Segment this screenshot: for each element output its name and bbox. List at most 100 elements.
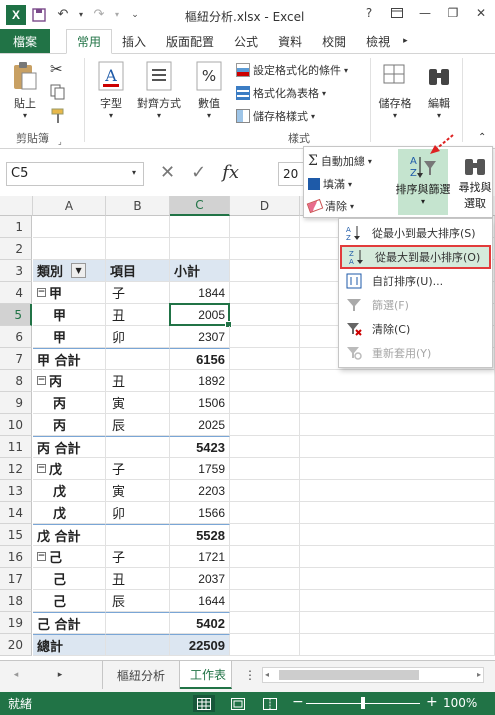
cell-d[interactable] xyxy=(230,568,300,590)
cell-a[interactable]: 丙 合計 xyxy=(33,436,106,458)
cell-b[interactable] xyxy=(106,348,170,370)
cancel-icon[interactable]: ✕ xyxy=(160,162,175,183)
find-select-button[interactable]: 尋找與 選取 xyxy=(456,149,494,215)
cell-e[interactable] xyxy=(300,370,495,392)
collapse-ribbon-icon[interactable]: ⌃ xyxy=(478,132,486,143)
undo-dropdown-icon[interactable]: ▾ xyxy=(76,4,86,26)
column-header-c[interactable]: C xyxy=(170,196,230,216)
tab-insert[interactable]: 插入 xyxy=(112,29,156,53)
row-header[interactable]: 18 xyxy=(0,590,32,612)
paste-dropdown-icon[interactable]: ▾ xyxy=(23,111,27,120)
zoom-in-button[interactable]: + xyxy=(426,694,438,710)
font-dropdown-icon[interactable]: ▾ xyxy=(109,111,113,120)
cell-b[interactable]: 卯 xyxy=(106,502,170,524)
cell-c[interactable]: 1759 xyxy=(170,458,230,480)
cell-e[interactable] xyxy=(300,392,495,414)
clear-button[interactable]: 清除 ▾ xyxy=(306,198,354,214)
cell-e[interactable] xyxy=(300,480,495,502)
format-painter-button[interactable] xyxy=(50,108,66,124)
cell-b[interactable] xyxy=(106,524,170,546)
cell-b[interactable] xyxy=(106,216,170,238)
collapse-toggle-icon[interactable]: − xyxy=(37,376,46,385)
normal-view-icon[interactable] xyxy=(193,695,215,712)
cell-b[interactable]: 子 xyxy=(106,282,170,304)
cell-d[interactable] xyxy=(230,634,300,656)
cell-d[interactable] xyxy=(230,502,300,524)
sort-menu-item[interactable]: 重新套用(Y) xyxy=(339,341,492,365)
name-box[interactable]: C5 xyxy=(6,162,144,186)
fill-button[interactable]: 填滿 ▾ xyxy=(308,176,352,192)
cell-a[interactable]: 戊 xyxy=(33,502,106,524)
customize-qat-icon[interactable]: ⌄ xyxy=(124,4,146,26)
zoom-level[interactable]: 100% xyxy=(443,696,477,710)
cell-a[interactable]: − 己 xyxy=(33,546,106,568)
scroll-thumb[interactable] xyxy=(279,670,419,680)
sort-menu-item[interactable]: 篩選(F) xyxy=(339,293,492,317)
cell-d[interactable] xyxy=(230,392,300,414)
cell-d[interactable] xyxy=(230,414,300,436)
row-header[interactable]: 7 xyxy=(0,348,32,370)
alignment-dropdown-icon[interactable]: ▾ xyxy=(157,111,161,120)
cell-e[interactable] xyxy=(300,524,495,546)
close-button[interactable]: ✕ xyxy=(467,0,495,26)
cell-c[interactable]: 1892 xyxy=(170,370,230,392)
cell-b[interactable]: 項目 xyxy=(106,260,170,282)
copy-button[interactable] xyxy=(50,84,66,100)
cell-b[interactable]: 丑 xyxy=(106,568,170,590)
cell-c[interactable]: 1844 xyxy=(170,282,230,304)
sort-menu-item[interactable]: A Z 從最小到最大排序(S) xyxy=(339,221,492,245)
row-header[interactable]: 13 xyxy=(0,480,32,502)
cell-c[interactable]: 1644 xyxy=(170,590,230,612)
cell-a[interactable]: 總計 xyxy=(33,634,106,656)
row-header[interactable]: 17 xyxy=(0,568,32,590)
tab-data[interactable]: 資料 xyxy=(268,29,312,53)
cell-e[interactable] xyxy=(300,414,495,436)
cell-c[interactable]: 5402 xyxy=(170,612,230,634)
cell-e[interactable] xyxy=(300,502,495,524)
cell-d[interactable] xyxy=(230,612,300,634)
ribbon-scroll-icon[interactable]: ▸ xyxy=(400,29,411,53)
row-header[interactable]: 2 xyxy=(0,238,32,260)
zoom-slider[interactable] xyxy=(306,697,420,709)
cell-e[interactable] xyxy=(300,436,495,458)
cell-a[interactable]: 己 xyxy=(33,568,106,590)
cell-b[interactable] xyxy=(106,634,170,656)
collapse-toggle-icon[interactable]: − xyxy=(37,464,46,473)
cell-d[interactable] xyxy=(230,590,300,612)
row-header[interactable]: 19 xyxy=(0,612,32,634)
cell-d[interactable] xyxy=(230,238,300,260)
help-button[interactable]: ? xyxy=(355,0,383,26)
cell-d[interactable] xyxy=(230,282,300,304)
cell-b[interactable]: 辰 xyxy=(106,590,170,612)
row-header[interactable]: 9 xyxy=(0,392,32,414)
cell-d[interactable] xyxy=(230,480,300,502)
row-header[interactable]: 15 xyxy=(0,524,32,546)
cell-b[interactable] xyxy=(106,612,170,634)
row-header[interactable]: 4 xyxy=(0,282,32,304)
cell-c[interactable]: 5423 xyxy=(170,436,230,458)
cell-c[interactable]: 1566 xyxy=(170,502,230,524)
autosum-button[interactable]: Σ 自動加總 ▾ xyxy=(308,153,372,169)
cell-d[interactable] xyxy=(230,326,300,348)
scroll-left-arrow-icon[interactable]: ◂ xyxy=(265,670,269,679)
select-all-corner[interactable] xyxy=(0,196,33,216)
enter-icon[interactable]: ✓ xyxy=(191,162,206,183)
minimize-button[interactable]: — xyxy=(411,0,439,26)
cell-b[interactable] xyxy=(106,238,170,260)
cell-e[interactable] xyxy=(300,568,495,590)
sheet-scroll-left-icon[interactable]: ◂ xyxy=(4,661,28,689)
save-icon[interactable] xyxy=(28,4,50,26)
cell-d[interactable] xyxy=(230,216,300,238)
cell-a[interactable] xyxy=(33,216,106,238)
cell-a[interactable]: 戊 xyxy=(33,480,106,502)
row-header[interactable]: 5 xyxy=(0,304,32,326)
insert-function-icon[interactable]: fx xyxy=(222,162,239,183)
cell-d[interactable] xyxy=(230,436,300,458)
cell-e[interactable] xyxy=(300,612,495,634)
cell-c[interactable]: 2025 xyxy=(170,414,230,436)
cell-a[interactable]: 類別 ▼ xyxy=(33,260,106,282)
cell-d[interactable] xyxy=(230,458,300,480)
tab-home[interactable]: 常用 xyxy=(66,29,113,54)
redo-icon[interactable]: ↷ xyxy=(88,4,110,26)
cell-c[interactable]: 1721 xyxy=(170,546,230,568)
